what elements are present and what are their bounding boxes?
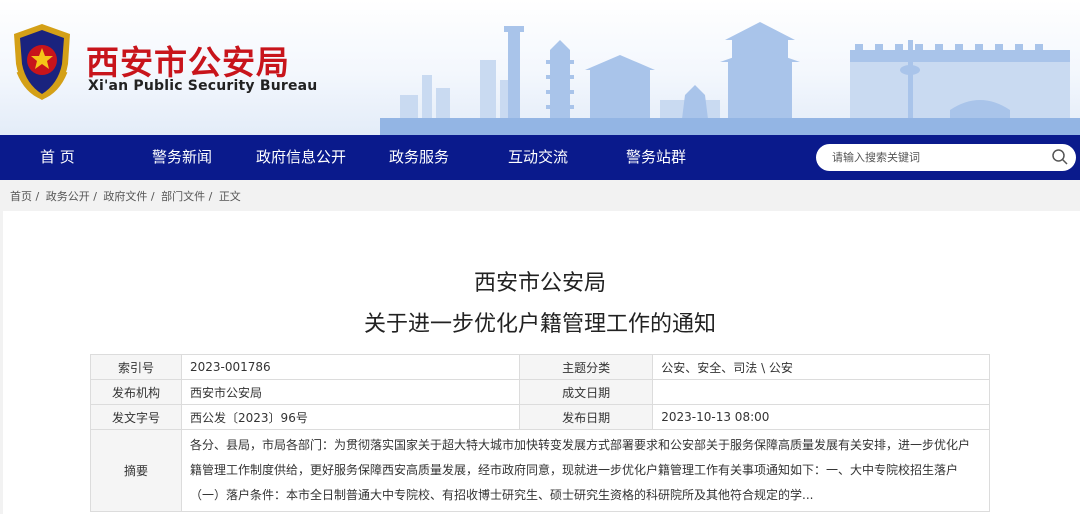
made-date-value: [652, 379, 990, 405]
document-meta-table: 索引号 2023-001786 主题分类 公安、安全、司法 \ 公安 发布机构 …: [89, 354, 990, 512]
site-title-chinese: 西安市公安局: [86, 43, 290, 82]
abstract-value: 各分、县局，市局各部门：为贯彻落实国家关于超大特大城市加快转变发展方式部署要求和…: [181, 429, 990, 512]
table-row: 发布机构 西安市公安局 成文日期: [89, 379, 990, 405]
breadcrumb-current: 正文: [218, 190, 241, 203]
breadcrumb-gov-docs[interactable]: 政府文件 /: [103, 190, 154, 203]
topic-value: 公安、安全、司法 \ 公安: [652, 354, 990, 380]
city-skyline-illustration: [380, 22, 1080, 135]
nav-item-gov-services[interactable]: 政务服务: [389, 135, 449, 180]
breadcrumb-dept-docs[interactable]: 部门文件 /: [161, 190, 212, 203]
doc-number-value: 西公发〔2023〕96号: [181, 404, 520, 430]
issuer-value: 西安市公安局: [181, 379, 520, 405]
article-title-line2: 关于进一步优化户籍管理工作的通知: [363, 312, 716, 337]
nav-item-interaction[interactable]: 互动交流: [508, 135, 568, 180]
breadcrumb-gov-affairs[interactable]: 政务公开 /: [46, 190, 97, 203]
article-title-line1: 西安市公安局: [473, 271, 606, 296]
index-label: 索引号: [89, 354, 183, 380]
nav-item-home[interactable]: 首 页: [40, 135, 75, 180]
breadcrumb: 首页 / 政务公开 / 政府文件 / 部门文件 / 正文: [10, 188, 244, 204]
publish-date-value: 2023-10-13 08:00: [652, 404, 990, 430]
table-row: 索引号 2023-001786 主题分类 公安、安全、司法 \ 公安: [89, 354, 990, 380]
header-banner: 西安市公安局 Xi'an Public Security Bureau: [0, 0, 1080, 135]
search-icon[interactable]: [1051, 148, 1069, 166]
police-emblem-logo: [14, 24, 70, 100]
index-value: 2023-001786: [181, 354, 520, 380]
nav-item-station-group[interactable]: 警务站群: [626, 135, 686, 180]
search-input[interactable]: [832, 148, 1042, 167]
breadcrumb-home[interactable]: 首页 /: [10, 190, 39, 203]
doc-number-label: 发文字号: [89, 404, 183, 430]
table-row: 摘要 各分、县局，市局各部门：为贯彻落实国家关于超大特大城市加快转变发展方式部署…: [89, 429, 990, 512]
publish-date-label: 发布日期: [518, 404, 654, 430]
issuer-label: 发布机构: [89, 379, 183, 405]
made-date-label: 成文日期: [518, 379, 654, 405]
nav-item-police-news[interactable]: 警务新闻: [152, 135, 212, 180]
table-row: 发文字号 西公发〔2023〕96号 发布日期 2023-10-13 08:00: [89, 404, 990, 430]
topic-label: 主题分类: [518, 354, 654, 380]
abstract-label: 摘要: [89, 429, 183, 512]
site-title-english: Xi'an Public Security Bureau: [88, 78, 318, 94]
search-box: [816, 144, 1076, 171]
nav-item-gov-info[interactable]: 政府信息公开: [256, 135, 346, 180]
